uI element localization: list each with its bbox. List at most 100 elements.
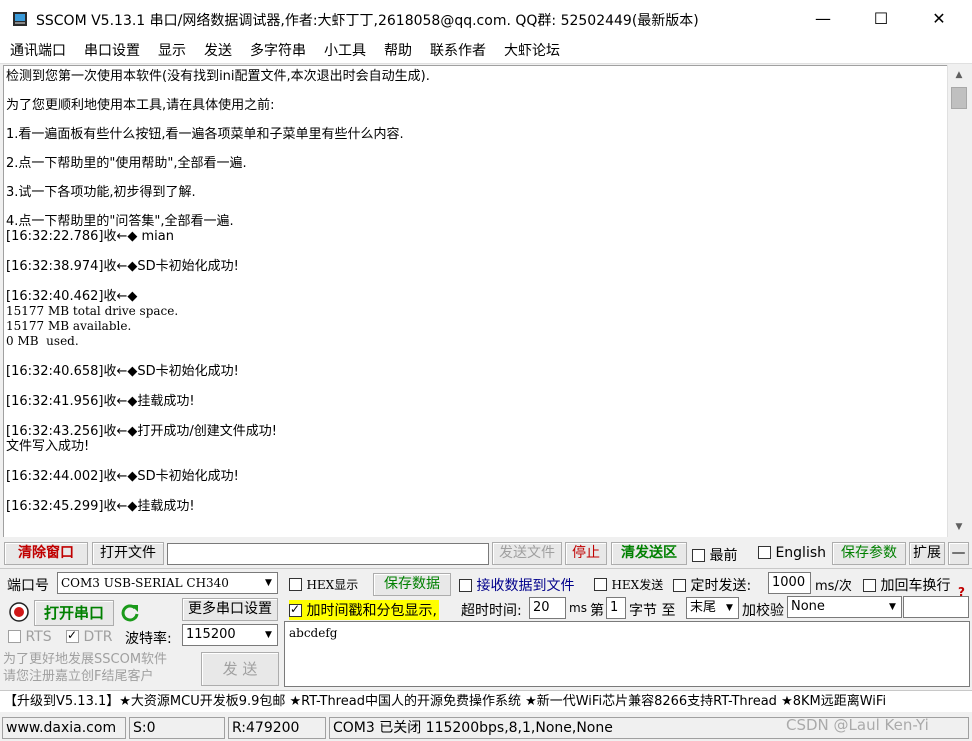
scroll-thumb[interactable] — [951, 87, 967, 109]
hex-send-checkbox[interactable] — [594, 578, 607, 591]
receive-area[interactable]: 检测到您第一次使用本软件(没有找到ini配置文件,本次退出时会自动生成). 为了… — [3, 65, 947, 537]
send-button[interactable]: 发 送 — [201, 652, 279, 686]
log-line: [16:32:40.658]收←◆SD卡初始化成功! — [6, 364, 239, 379]
english-checkbox[interactable] — [758, 546, 771, 559]
menu-tools[interactable]: 小工具 — [314, 38, 374, 64]
log-line: [16:32:38.974]收←◆SD卡初始化成功! — [6, 259, 239, 274]
chevron-down-icon[interactable]: ▼ — [721, 598, 738, 618]
clear-send-button[interactable]: 清发送区 — [611, 542, 687, 565]
checksum-label: 加校验 — [742, 603, 784, 619]
open-file-button[interactable]: 打开文件 — [92, 542, 164, 565]
add-crlf-option[interactable]: 加回车换行 — [863, 575, 950, 595]
vertical-scrollbar[interactable]: ▲ ▼ — [947, 65, 969, 537]
stop-button[interactable]: 停止 — [565, 542, 607, 565]
hex-show-checkbox[interactable] — [289, 578, 302, 591]
topmost-checkbox[interactable] — [692, 549, 705, 562]
open-port-button[interactable]: 打开串口 — [34, 600, 114, 626]
port-status-icon — [9, 602, 29, 622]
log-line: 0 MB used. — [6, 334, 79, 348]
log-line: [16:32:22.786]收←◆ mian — [6, 229, 174, 244]
interval-input[interactable]: 1000 — [768, 572, 811, 594]
timed-send-checkbox[interactable] — [673, 579, 686, 592]
help-icon[interactable]: ? — [958, 585, 965, 599]
english-option[interactable]: English — [758, 545, 826, 561]
intro-line: 3.试一下各项功能,初步得到了解. — [6, 185, 196, 200]
intro-line: 4.点一下帮助里的"问答集",全部看一遍. — [6, 214, 234, 229]
hex-send-option[interactable]: HEX发送 — [594, 576, 663, 593]
scroll-up-icon[interactable]: ▲ — [948, 65, 970, 85]
port-value: COM3 USB-SERIAL CH340 — [61, 576, 229, 590]
byte-prefix: 第 — [590, 603, 604, 619]
title-bar: SSCOM V5.13.1 串口/网络数据调试器,作者:大虾丁丁,2618058… — [0, 0, 972, 38]
recv-to-file-option[interactable]: 接收数据到文件 — [459, 575, 574, 595]
timeout-label: 超时时间: — [461, 603, 522, 619]
timestamp-label: 加时间戳和分包显示, — [306, 603, 437, 619]
chevron-down-icon[interactable]: ▼ — [260, 573, 277, 593]
minimize-button[interactable]: — — [794, 0, 852, 38]
collapse-button[interactable]: — — [948, 542, 969, 565]
status-bar: www.daxia.com S:0 R:479200 COM3 已关闭 1152… — [0, 714, 972, 741]
chevron-down-icon[interactable]: ▼ — [260, 625, 277, 645]
expand-button[interactable]: 扩展 — [909, 542, 945, 565]
timed-send-label: 定时发送: — [690, 578, 752, 594]
file-path-input[interactable] — [167, 543, 489, 565]
send-file-button[interactable]: 发送文件 — [492, 542, 562, 565]
log-line: [16:32:45.299]收←◆挂载成功! — [6, 499, 195, 514]
menu-send[interactable]: 发送 — [194, 38, 240, 64]
recv-to-file-checkbox[interactable] — [459, 579, 472, 592]
menu-multi-string[interactable]: 多字符串 — [240, 38, 314, 64]
menu-contact[interactable]: 联系作者 — [420, 38, 494, 64]
port-label: 端口号 — [7, 578, 49, 594]
checksum-value: None — [791, 599, 825, 614]
english-label: English — [775, 545, 827, 561]
sent-count: S:0 — [129, 717, 225, 739]
topmost-option[interactable]: 最前 — [692, 545, 737, 565]
dtr-option[interactable]: DTR — [66, 628, 113, 645]
save-data-button[interactable]: 保存数据 — [373, 573, 451, 596]
hex-send-label: HEX发送 — [611, 578, 664, 592]
timestamp-option[interactable]: 加时间戳和分包显示, — [289, 600, 439, 620]
scroll-down-icon[interactable]: ▼ — [948, 517, 970, 537]
checksum-extra-field[interactable] — [903, 596, 969, 618]
menu-serial-settings[interactable]: 串口设置 — [74, 38, 148, 64]
byte-index-input[interactable]: 1 — [606, 597, 626, 619]
dtr-checkbox[interactable] — [66, 628, 79, 643]
baud-select[interactable]: 115200 ▼ — [182, 624, 278, 646]
topmost-label: 最前 — [709, 548, 738, 564]
interval-unit: ms/次 — [815, 579, 852, 594]
intro-line: 为了您更顺利地使用本工具,请在具体使用之前: — [6, 98, 275, 113]
menu-help[interactable]: 帮助 — [374, 38, 420, 64]
timeout-unit: ms — [569, 601, 587, 615]
window-title: SSCOM V5.13.1 串口/网络数据调试器,作者:大虾丁丁,2618058… — [36, 13, 699, 29]
hex-show-option[interactable]: HEX显示 — [289, 576, 358, 593]
add-crlf-checkbox[interactable] — [863, 579, 876, 592]
byte-end-select[interactable]: 末尾 ▼ — [686, 597, 739, 619]
rts-checkbox[interactable] — [8, 630, 21, 643]
close-button[interactable]: ✕ — [910, 0, 968, 38]
site-link[interactable]: www.daxia.com — [2, 717, 126, 739]
log-line: 文件写入成功! — [6, 439, 90, 454]
timeout-input[interactable]: 20 — [529, 597, 566, 619]
chevron-down-icon[interactable]: ▼ — [884, 597, 901, 617]
baud-value: 115200 — [186, 627, 236, 642]
rts-option[interactable]: RTS — [8, 629, 52, 645]
news-ticker[interactable]: 【升级到V5.13.1】★大资源MCU开发板9.9包邮 ★RT-Thread中国… — [0, 690, 972, 712]
save-params-button[interactable]: 保存参数 — [832, 542, 906, 565]
recv-to-file-label: 接收数据到文件 — [476, 578, 575, 594]
refresh-icon[interactable] — [119, 602, 141, 624]
menu-comm-port[interactable]: 通讯端口 — [0, 38, 74, 64]
baud-label: 波特率: — [125, 631, 172, 647]
clear-window-button[interactable]: 清除窗口 — [4, 542, 88, 565]
log-line: [16:32:44.002]收←◆SD卡初始化成功! — [6, 469, 239, 484]
maximize-button[interactable]: ☐ — [852, 0, 910, 38]
byte-suffix: 字节 至 — [629, 603, 676, 619]
menu-forum[interactable]: 大虾论坛 — [494, 38, 568, 64]
port-select[interactable]: COM3 USB-SERIAL CH340 ▼ — [57, 572, 278, 594]
divider — [0, 568, 972, 569]
timed-send-option[interactable]: 定时发送: — [673, 575, 751, 595]
more-settings-button[interactable]: 更多串口设置 — [182, 598, 278, 621]
send-textarea[interactable]: abcdefg — [284, 621, 970, 687]
menu-display[interactable]: 显示 — [148, 38, 194, 64]
checksum-select[interactable]: None ▼ — [787, 596, 902, 618]
timestamp-checkbox[interactable] — [289, 602, 302, 617]
